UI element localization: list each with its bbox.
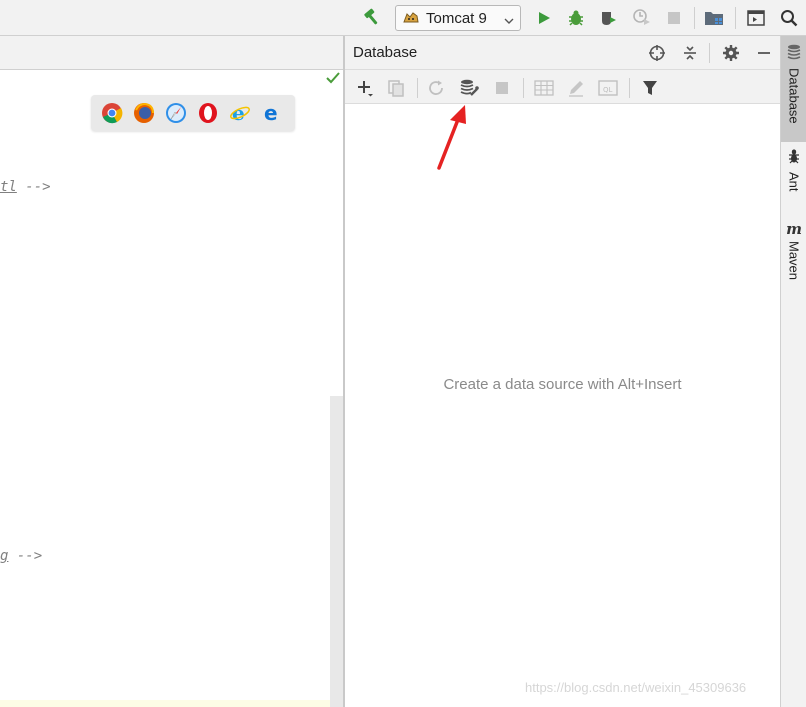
debug-icon[interactable] xyxy=(565,7,587,29)
code-comment-line: tl --> xyxy=(0,179,51,195)
toolbar-separator xyxy=(735,7,736,29)
minimize-icon[interactable] xyxy=(754,43,774,63)
run-configuration-select[interactable]: Tomcat 9 xyxy=(395,5,521,31)
database-title: Database xyxy=(353,44,418,61)
database-header: Database xyxy=(345,36,780,70)
datasource-properties-icon[interactable] xyxy=(459,78,479,98)
main-toolbar: Tomcat 9 xyxy=(0,0,806,36)
editor-area[interactable]: e e tl --> g --> xyxy=(0,36,344,707)
gear-icon[interactable] xyxy=(721,43,741,63)
search-icon[interactable] xyxy=(778,7,800,29)
browser-popup: e e xyxy=(91,95,295,131)
header-separator xyxy=(709,43,710,63)
svg-text:e: e xyxy=(264,102,278,124)
svg-text:QL: QL xyxy=(603,86,613,94)
code-comment-line: g --> xyxy=(0,548,42,564)
tool-tab-label: Ant xyxy=(786,172,802,192)
chevron-down-icon xyxy=(504,13,514,24)
check-icon xyxy=(325,70,341,86)
maven-icon: m xyxy=(786,220,802,238)
collapse-all-icon[interactable] xyxy=(680,43,700,63)
run-icon[interactable] xyxy=(533,7,555,29)
code-comment-tag: tl xyxy=(0,179,17,195)
crosshair-icon[interactable] xyxy=(647,43,667,63)
run-config-label: Tomcat 9 xyxy=(426,9,487,27)
annotation-arrow xyxy=(437,105,466,170)
profile-icon[interactable] xyxy=(631,7,653,29)
tomcat-cat-icon xyxy=(402,10,420,26)
editor-tab-bar xyxy=(0,36,344,70)
duplicate-icon[interactable] xyxy=(386,78,406,98)
editor-scrollbar[interactable] xyxy=(330,396,344,707)
tool-tab-ant[interactable]: Ant xyxy=(781,148,806,208)
table-icon[interactable] xyxy=(534,78,554,98)
filter-icon[interactable] xyxy=(640,78,660,98)
project-structure-icon[interactable] xyxy=(703,7,725,29)
stop-icon[interactable] xyxy=(663,7,685,29)
database-icon xyxy=(787,44,801,65)
database-tool-window: Database QL Create a data source with Al… xyxy=(345,36,780,707)
refresh-icon[interactable] xyxy=(426,78,446,98)
safari-icon[interactable] xyxy=(164,101,188,125)
edit-icon[interactable] xyxy=(566,78,586,98)
code-comment-suffix: --> xyxy=(16,179,51,195)
code-comment-suffix: --> xyxy=(8,548,43,564)
edge-icon[interactable]: e xyxy=(260,101,284,125)
ide-window: Tomcat 9 e e tl --> g --> Database QL Cr… xyxy=(0,0,806,707)
toolbar-separator xyxy=(629,78,630,98)
build-hammer-icon[interactable] xyxy=(360,7,382,29)
ant-icon xyxy=(787,148,801,169)
tool-tab-maven[interactable]: m Maven xyxy=(781,220,806,290)
toolbar-separator xyxy=(694,7,695,29)
toolbar-separator xyxy=(523,78,524,98)
opera-icon[interactable] xyxy=(196,101,220,125)
tool-window-icon[interactable] xyxy=(745,7,767,29)
tool-tab-label: Maven xyxy=(786,241,802,281)
editor-current-line xyxy=(0,700,330,707)
empty-state-text: Create a data source with Alt+Insert xyxy=(443,376,682,393)
chrome-icon[interactable] xyxy=(100,101,124,125)
tool-tab-database[interactable]: Database xyxy=(781,36,806,142)
firefox-icon[interactable] xyxy=(132,101,156,125)
watermark: https://blog.csdn.net/weixin_45309636 xyxy=(525,680,747,695)
sql-console-icon[interactable]: QL xyxy=(598,78,618,98)
database-toolbar: QL xyxy=(345,70,780,104)
right-tool-strip: Database Ant m Maven xyxy=(780,36,806,707)
ie-icon[interactable]: e xyxy=(228,101,252,125)
stop-query-icon[interactable] xyxy=(492,78,512,98)
tool-tab-label: Database xyxy=(786,68,802,124)
coverage-icon[interactable] xyxy=(598,7,620,29)
add-icon[interactable] xyxy=(355,78,375,98)
toolbar-separator xyxy=(417,78,418,98)
